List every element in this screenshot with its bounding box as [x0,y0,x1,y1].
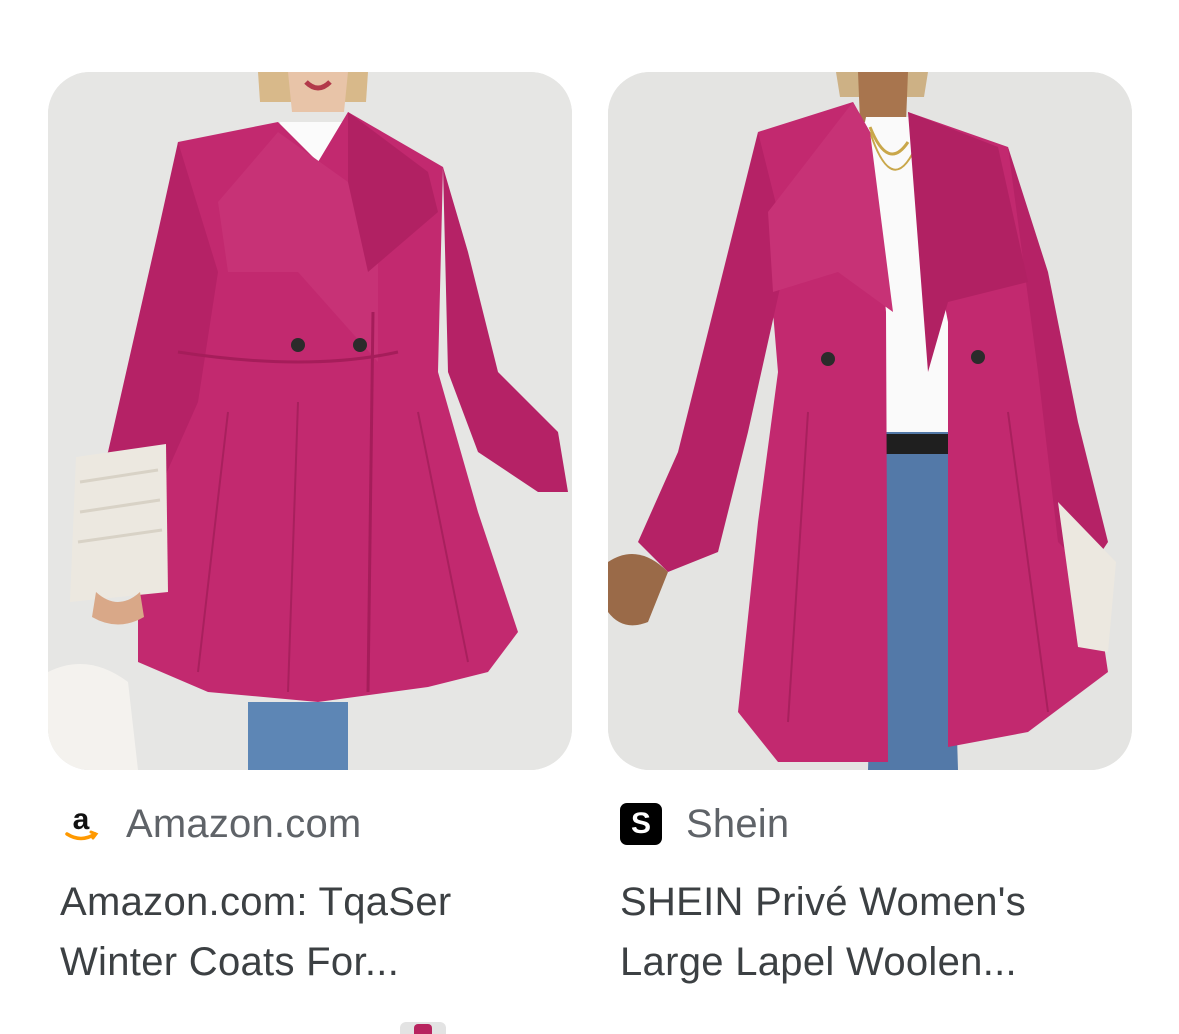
result-card-shein[interactable]: S Shein SHEIN Privé Women's Large Lapel … [608,72,1132,984]
title-line-1: SHEIN Privé Women's [620,880,1027,924]
amazon-logo-icon: a [60,803,102,845]
source-name: Shein [686,801,790,846]
title-line-2: Winter Coats For... [60,940,400,984]
result-title[interactable]: Amazon.com: TqaSer Winter Coats For... [60,872,560,992]
title-line-2: Large Lapel Woolen... [620,940,1017,984]
next-result-thumbnail[interactable] [400,1022,446,1034]
product-image[interactable] [608,72,1132,770]
favicon-letter: S [630,807,651,840]
result-source[interactable]: S Shein [620,794,789,854]
title-line-1: Amazon.com: TqaSer [60,880,452,924]
result-title[interactable]: SHEIN Privé Women's Large Lapel Woolen..… [620,872,1120,992]
product-image[interactable] [48,72,572,770]
source-name: Amazon.com [126,801,362,846]
shein-logo-icon: S [620,803,662,845]
result-card-amazon[interactable]: a Amazon.com Amazon.com: TqaSer Winter C… [48,72,572,984]
coat-photo [48,72,572,770]
coat-photo [608,72,1132,770]
svg-text:a: a [73,803,90,836]
result-source[interactable]: a Amazon.com [60,794,361,854]
